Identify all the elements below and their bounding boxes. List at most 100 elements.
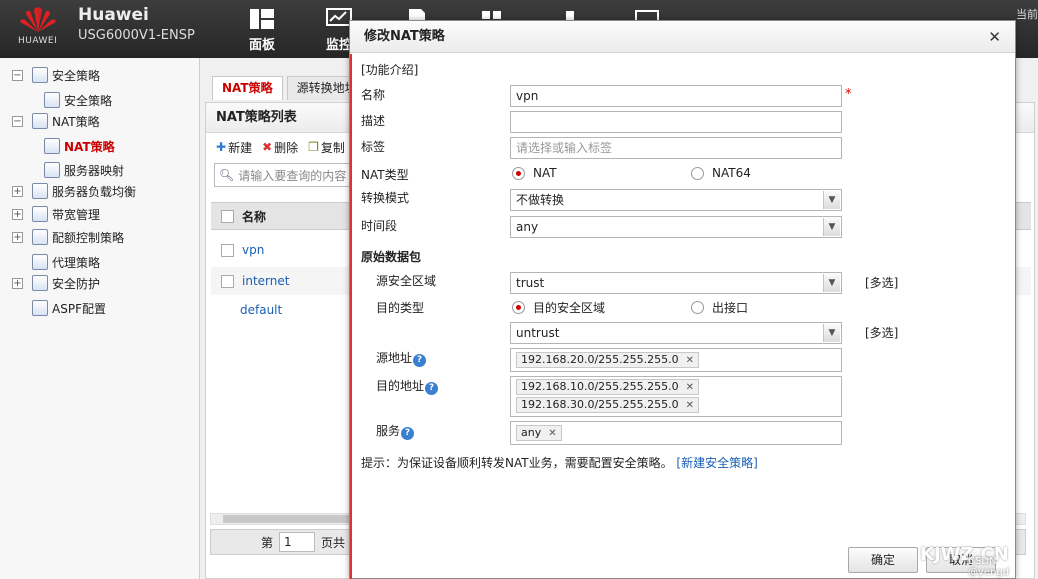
name-label: 名称	[361, 88, 386, 102]
row-name[interactable]: internet	[242, 274, 289, 288]
sidebar-item-nat-policy[interactable]: NAT策略	[44, 135, 115, 157]
section-title: 原始数据包	[361, 250, 422, 264]
mode-value: 不做转换	[516, 193, 565, 207]
nat-type-nat64-radio[interactable]: NAT64	[691, 166, 751, 180]
outbound-interface-radio[interactable]: 出接口	[691, 299, 748, 316]
chevron-down-icon[interactable]: ▼	[823, 324, 840, 342]
copy-button[interactable]: ❐ 复制	[308, 139, 345, 156]
chevron-down-icon[interactable]: ▼	[823, 218, 840, 236]
nav-dashboard[interactable]: 面板	[237, 8, 287, 53]
row-name[interactable]: vpn	[242, 243, 264, 257]
row-checkbox[interactable]	[221, 243, 234, 257]
sidebar-item-security-policy-group[interactable]: − 安全策略	[12, 64, 100, 86]
select-all-checkbox[interactable]	[221, 209, 234, 223]
sidebar-item-security-policy[interactable]: 安全策略	[44, 89, 112, 111]
logo-text: HUAWEI	[18, 36, 58, 46]
sidebar-item-label: NAT策略	[52, 114, 100, 129]
address-tag-text: 192.168.20.0/255.255.255.0	[521, 353, 679, 366]
dialog-title: 修改NAT策略	[350, 21, 1015, 53]
aspf-icon	[32, 300, 48, 316]
row-name[interactable]: default	[240, 303, 282, 317]
close-icon[interactable]: ✕	[988, 28, 1001, 46]
destination-zone-select[interactable]: untrust ▼	[510, 322, 842, 344]
sidebar-item-server-lb[interactable]: + 服务器负载均衡	[12, 180, 136, 202]
remove-tag-icon[interactable]: ✕	[686, 382, 694, 393]
service-tag: any ✕	[516, 425, 562, 441]
nav-dashboard-label: 面板	[248, 38, 275, 53]
sidebar-item-bandwidth[interactable]: + 带宽管理	[12, 203, 100, 225]
destination-zone-multi-select-link[interactable]: [多选]	[865, 324, 898, 341]
collapse-icon[interactable]: −	[12, 115, 23, 127]
security-policy-icon	[44, 92, 60, 108]
source-zone-multi-select-link[interactable]: [多选]	[865, 274, 898, 291]
tab-nat-policy[interactable]: NAT策略	[212, 76, 283, 100]
delete-icon: ✖	[262, 140, 273, 154]
nat-option-label: NAT	[533, 166, 557, 180]
copy-button-label: 复制	[320, 140, 345, 155]
delete-button-label: 删除	[274, 140, 299, 155]
expand-icon[interactable]: +	[12, 277, 23, 289]
nat-policy-icon	[44, 138, 60, 154]
sidebar-item-aspf[interactable]: ASPF配置	[32, 297, 106, 319]
source-zone-value: trust	[516, 276, 545, 290]
destination-address-label-text: 目的地址	[376, 379, 425, 393]
page-number-input[interactable]: 1	[279, 532, 316, 552]
sidebar-item-label: 安全策略	[64, 93, 113, 108]
search-icon: 🔍︎	[219, 168, 235, 182]
sidebar-item-protection[interactable]: + 安全防护	[12, 272, 100, 294]
edit-nat-policy-dialog: 修改NAT策略 ✕ [功能介绍] 名称 vpn * 描述 标签 请选择或输入标签…	[349, 20, 1016, 579]
time-range-label: 时间段	[361, 219, 398, 233]
sidebar-item-label: NAT策略	[64, 139, 115, 154]
add-icon: ✚	[216, 140, 227, 154]
tag-input[interactable]: 请选择或输入标签	[510, 137, 842, 159]
chevron-down-icon[interactable]: ▼	[823, 191, 840, 209]
ok-button[interactable]: 确定	[848, 547, 918, 573]
outbound-interface-option-label: 出接口	[712, 301, 749, 315]
proxy-icon	[32, 254, 48, 270]
destination-zone-radio[interactable]: 目的安全区域	[512, 299, 605, 316]
collapse-icon[interactable]: −	[12, 69, 23, 81]
delete-button[interactable]: ✖ 删除	[262, 139, 298, 156]
sidebar-item-label: ASPF配置	[52, 301, 106, 316]
time-range-select[interactable]: any ▼	[510, 216, 842, 238]
destination-address-field[interactable]: 192.168.10.0/255.255.255.0 ✕ 192.168.30.0…	[510, 376, 842, 417]
shield-icon	[32, 275, 48, 291]
address-tag-text: 192.168.10.0/255.255.255.0	[521, 380, 679, 393]
help-icon[interactable]: ?	[401, 427, 415, 440]
radio-unselected-icon	[691, 166, 704, 180]
nat-type-label: NAT类型	[361, 168, 409, 182]
help-icon[interactable]: ?	[413, 354, 427, 367]
sidebar-item-label: 服务器负载均衡	[52, 184, 137, 199]
name-field[interactable]: vpn	[510, 85, 842, 107]
service-field[interactable]: any ✕	[510, 421, 842, 445]
expand-icon[interactable]: +	[12, 185, 23, 197]
expand-icon[interactable]: +	[12, 231, 23, 243]
chevron-down-icon[interactable]: ▼	[823, 274, 840, 292]
new-button[interactable]: ✚ 新建	[216, 139, 252, 156]
sidebar-item-nat-policy-group[interactable]: − NAT策略	[12, 110, 100, 132]
nat-type-nat-radio[interactable]: NAT	[512, 166, 557, 180]
address-tag: 192.168.20.0/255.255.255.0 ✕	[516, 352, 700, 368]
sidebar-item-server-mapping[interactable]: 服务器映射	[44, 159, 124, 181]
sidebar-item-label: 代理策略	[52, 255, 101, 270]
source-zone-select[interactable]: trust ▼	[510, 272, 842, 294]
function-intro-link[interactable]: [功能介绍]	[361, 61, 418, 78]
source-address-field[interactable]: 192.168.20.0/255.255.255.0 ✕	[510, 348, 842, 372]
device-model: USG6000V1-ENSP	[78, 28, 195, 43]
help-icon[interactable]: ?	[425, 382, 439, 395]
time-range-value: any	[516, 220, 539, 234]
remove-tag-icon[interactable]: ✕	[686, 400, 694, 411]
new-security-policy-link[interactable]: [新建安全策略]	[676, 456, 757, 470]
dialog-body: [功能介绍] 名称 vpn * 描述 标签 请选择或输入标签 NAT类型 NAT…	[350, 54, 1015, 579]
mode-select[interactable]: 不做转换 ▼	[510, 189, 842, 211]
description-field[interactable]	[510, 111, 842, 133]
expand-icon[interactable]: +	[12, 208, 23, 220]
remove-tag-icon[interactable]: ✕	[686, 355, 694, 366]
destination-zone-option-label: 目的安全区域	[533, 301, 606, 315]
radio-selected-icon	[512, 166, 525, 180]
remove-tag-icon[interactable]: ✕	[548, 428, 556, 439]
sidebar-item-quota[interactable]: + 配额控制策略	[12, 226, 124, 248]
service-label: 服务?	[376, 422, 415, 440]
sidebar-item-proxy[interactable]: 代理策略	[32, 251, 100, 273]
row-checkbox[interactable]	[221, 274, 234, 288]
